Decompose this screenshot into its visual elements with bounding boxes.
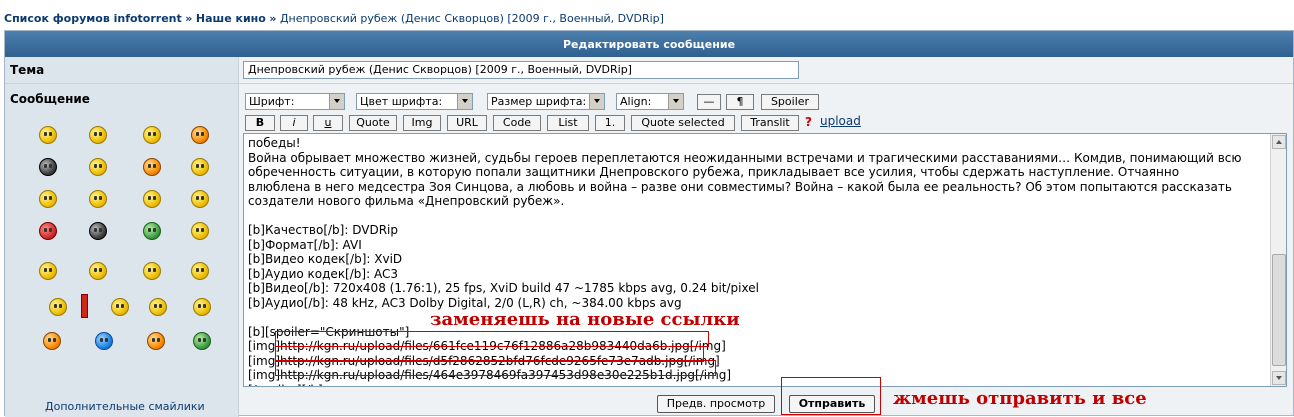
url-button[interactable]: URL <box>447 115 487 131</box>
font-size-select[interactable]: Размер шрифта: <box>487 93 605 110</box>
breadcrumb-topic[interactable]: Днепровский рубеж (Денис Скворцов) [2009… <box>280 12 664 25</box>
annotation-press-send: жмешь отправить и все <box>893 388 1147 409</box>
align-select[interactable]: Align: <box>616 93 684 110</box>
img-button[interactable]: Img <box>403 115 441 131</box>
panel-title: Редактировать сообщение <box>562 37 736 51</box>
paragraph-button[interactable]: ¶ <box>726 94 754 110</box>
bold-button[interactable]: B <box>245 115 275 131</box>
exclamation-smile-icon[interactable] <box>43 332 61 350</box>
smile-icon[interactable] <box>89 222 107 240</box>
scroll-up-icon[interactable] <box>1272 135 1286 149</box>
smile-icon[interactable] <box>191 158 209 176</box>
smile-icon[interactable] <box>143 126 161 144</box>
question-icon[interactable] <box>95 332 113 350</box>
breadcrumb: Список форумов infotorrent » Наше кино »… <box>4 12 664 25</box>
smile-icon[interactable] <box>143 222 161 240</box>
smile-icon[interactable] <box>111 298 129 316</box>
chevron-down-icon <box>329 94 344 109</box>
textarea-scrollbar[interactable] <box>1270 134 1286 386</box>
list-button[interactable]: List <box>547 115 589 131</box>
translit-button[interactable]: Translit <box>741 115 799 131</box>
scroll-thumb[interactable] <box>1272 254 1286 366</box>
code-button[interactable]: Code <box>493 115 541 131</box>
smile-icon[interactable] <box>191 222 209 240</box>
quote-button[interactable]: Quote <box>349 115 397 131</box>
smile-icon[interactable] <box>89 190 107 208</box>
smile-icon[interactable] <box>89 158 107 176</box>
topic-label-cell: Тема <box>5 57 239 83</box>
smile-icon[interactable] <box>149 298 167 316</box>
numbered-list-button[interactable]: 1. <box>595 115 625 131</box>
smile-icon[interactable] <box>39 158 57 176</box>
more-smilies-link[interactable]: Дополнительные смайлики <box>45 400 205 413</box>
smile-icon[interactable] <box>193 332 211 350</box>
message-label-cell: Сообщение Дополнительные смайлики <box>5 84 239 417</box>
spoiler-button[interactable]: Spoiler <box>761 94 819 110</box>
submit-button[interactable]: Отправить <box>789 395 875 413</box>
hr-button[interactable]: — <box>697 94 721 110</box>
message-text: победы! Война обрывает множество жизней,… <box>248 136 1242 386</box>
topic-input[interactable]: Днепровский рубеж (Денис Скворцов) [2009… <box>243 61 799 79</box>
smile-icon[interactable] <box>193 298 211 316</box>
message-textarea[interactable]: победы! Война обрывает множество жизней,… <box>243 133 1287 387</box>
exclamation-icon[interactable] <box>81 294 88 318</box>
font-color-select-value: Цвет шрифта: <box>360 95 443 108</box>
panel-header: Редактировать сообщение <box>5 31 1293 57</box>
chevron-down-icon <box>668 94 683 109</box>
smile-icon[interactable] <box>191 126 209 144</box>
chevron-down-icon <box>589 94 604 109</box>
smile-icon[interactable] <box>39 126 57 144</box>
chevron-down-icon <box>457 94 472 109</box>
font-select-value: Шрифт: <box>249 95 295 108</box>
font-select[interactable]: Шрифт: <box>245 93 345 110</box>
font-color-select[interactable]: Цвет шрифта: <box>356 93 473 110</box>
smile-icon[interactable] <box>143 158 161 176</box>
arrow-icon[interactable] <box>147 332 165 350</box>
message-label: Сообщение <box>10 92 90 106</box>
preview-button[interactable]: Предв. просмотр <box>657 395 775 413</box>
breadcrumb-separator: » <box>185 12 193 25</box>
align-select-value: Align: <box>620 95 652 108</box>
edit-post-panel: Редактировать сообщение Тема Днепровский… <box>4 30 1294 417</box>
smile-icon[interactable] <box>143 190 161 208</box>
smile-icon[interactable] <box>39 262 57 280</box>
devil-smile-icon[interactable] <box>39 222 57 240</box>
topic-row: Тема Днепровский рубеж (Денис Скворцов) … <box>5 57 1293 84</box>
annotation-replace-links: заменяешь на новые ссылки <box>430 309 740 330</box>
smile-icon[interactable] <box>191 190 209 208</box>
smile-icon[interactable] <box>143 262 161 280</box>
breadcrumb-section[interactable]: Наше кино <box>196 12 266 25</box>
scroll-down-icon[interactable] <box>1272 371 1286 385</box>
help-link[interactable]: ? <box>805 115 812 129</box>
smile-icon[interactable] <box>191 262 209 280</box>
breadcrumb-separator: » <box>269 12 277 25</box>
message-row: Сообщение Дополнительные смайлики Шрифт:… <box>5 84 1293 417</box>
smile-icon[interactable] <box>39 190 57 208</box>
breadcrumb-forum-list[interactable]: Список форумов infotorrent <box>4 12 182 25</box>
sos-smile-icon[interactable] <box>89 262 107 280</box>
underline-button[interactable]: u <box>313 115 343 131</box>
topic-label: Тема <box>10 63 45 77</box>
font-size-select-value: Размер шрифта: <box>491 95 587 108</box>
quote-selected-button[interactable]: Quote selected <box>631 115 735 131</box>
italic-button[interactable]: i <box>280 115 308 131</box>
smile-icon[interactable] <box>49 298 67 316</box>
upload-link[interactable]: upload <box>820 114 861 128</box>
smile-icon[interactable] <box>89 126 107 144</box>
